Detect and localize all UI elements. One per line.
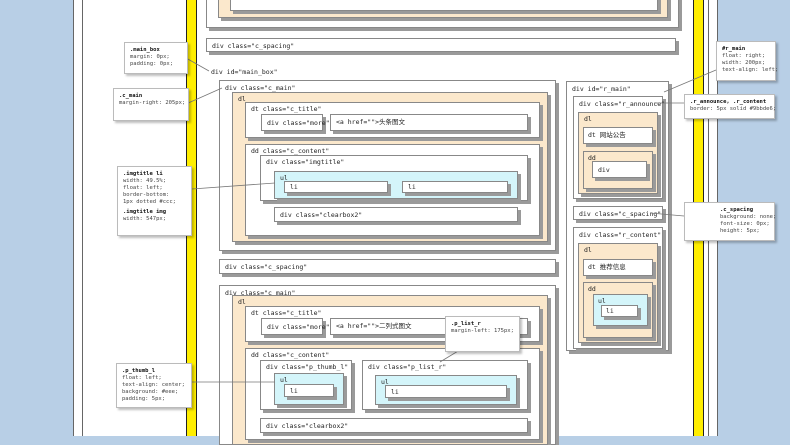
note-r-announce-line: border: 5px solid #9bbde6; (690, 106, 777, 112)
note-p-thumb-line: background: #eee; (122, 389, 179, 395)
note-c-spacing-line: font-size: 0px; (720, 221, 770, 227)
note-r-main-line: text-align: left; (722, 67, 779, 73)
note-c-main-selector: .c_main (119, 93, 143, 99)
note-main-box-selector: .main_box (130, 47, 160, 53)
note-r-main-line: float: right; (722, 53, 766, 59)
note-main-box-line: padding: 0px; (130, 61, 174, 67)
connector-main-box (185, 57, 210, 72)
connector-c-main (185, 87, 223, 105)
connector-r-main (663, 69, 717, 93)
note-imgtitle-line: 1px dotted #ccc; (123, 199, 176, 205)
note-main-box: .main_box margin: 0px; padding: 0px; (124, 42, 188, 74)
note-c-main-line: margin-right: 205px; (119, 100, 186, 106)
note-c-spacing-selector: .c_spacing (720, 207, 754, 213)
note-p-thumb-line: text-align: center; (122, 382, 185, 388)
note-imgtitle-line: width: 49.5%; (123, 178, 167, 184)
note-r-main-selector: #r_main (722, 46, 746, 52)
note-imgtitle-line: float: left; (123, 185, 163, 191)
note-p-thumb-line: padding: 5px; (122, 396, 166, 402)
note-imgtitle-img-line: width: 547px; (123, 216, 167, 222)
note-imgtitle-selector: .imgtitle li (123, 171, 163, 177)
note-p-list-line: margin-left: 175px; (451, 328, 514, 334)
note-imgtitle-line: border-bottom: (123, 192, 170, 198)
note-c-spacing-line: background: none; (720, 214, 777, 220)
note-p-thumb: .p_thumb_l float: left; text-align: cent… (116, 363, 192, 408)
note-p-thumb-line: float: left; (122, 375, 162, 381)
note-p-list-selector: .p_list_r (451, 321, 481, 327)
note-r-main: #r_main float: right; width: 200px; text… (716, 41, 779, 81)
note-imgtitle: .imgtitle li width: 49.5%; float: left; … (117, 166, 192, 236)
note-p-list: .p_list_r margin-left: 175px; (445, 316, 520, 352)
note-r-main-line: width: 200px; (722, 60, 766, 66)
note-imgtitle-img-selector: .imgtitle img (123, 209, 167, 215)
connector-c-spacing (649, 212, 685, 217)
note-r-announce: .r_announce, .r_content border: 5px soli… (684, 94, 777, 119)
note-p-thumb-selector: .p_thumb_l (122, 368, 156, 374)
note-c-spacing-line: height: 5px; (720, 228, 760, 234)
connector-imgtitle (191, 182, 276, 190)
note-c-main: .c_main margin-right: 205px; (113, 88, 189, 121)
note-c-spacing: .c_spacing background: none; font-size: … (684, 202, 777, 241)
note-r-announce-selector: .r_announce, .r_content (690, 99, 767, 105)
note-main-box-line: margin: 0px; (130, 54, 170, 60)
